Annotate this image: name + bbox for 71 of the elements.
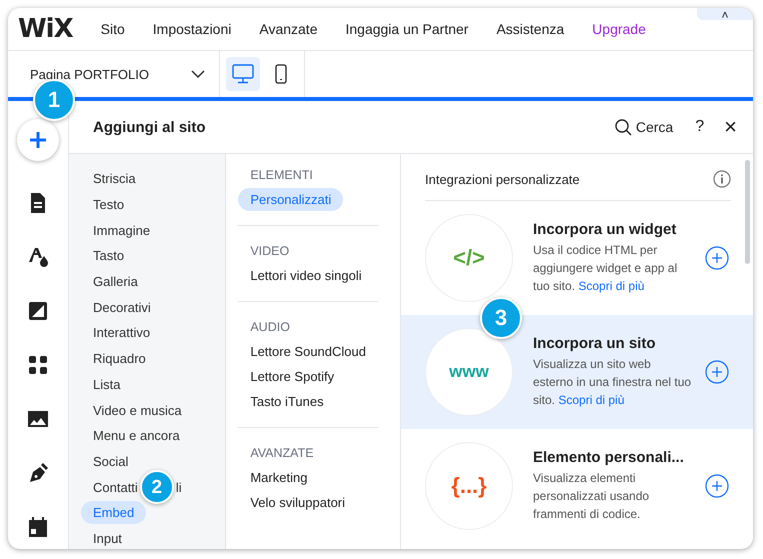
collapse-tab[interactable]: ˄	[697, 8, 753, 20]
add-icon[interactable]	[705, 360, 729, 384]
card-title: Incorpora un widget	[533, 221, 678, 238]
menu-item[interactable]: Impostazioni	[152, 21, 232, 37]
category-item[interactable]: Striscia	[93, 171, 136, 186]
category-item[interactable]: Lista	[93, 376, 120, 392]
learn-more-link[interactable]: Scopri di più	[558, 393, 624, 407]
text-color-icon[interactable]	[26, 245, 50, 269]
card-title: Incorpora un sito	[533, 335, 657, 352]
help-button[interactable]: ?	[695, 118, 704, 136]
section-heading: Integrazioni personalizzate	[425, 172, 580, 186]
section-heading: VIDEO	[250, 244, 290, 258]
category-item[interactable]: Video e musica	[93, 402, 182, 418]
info-icon[interactable]	[713, 170, 731, 188]
monitor-icon	[232, 64, 254, 84]
category-item[interactable]: Decorativi	[93, 300, 151, 315]
menu-item[interactable]: Upgrade	[592, 21, 646, 37]
card-title: Elemento personali...	[533, 449, 685, 466]
subcategory-item[interactable]: Marketing	[238, 466, 320, 489]
section-heading: AUDIO	[250, 320, 291, 334]
subcategory-item[interactable]: Lettori video singoli	[238, 264, 374, 287]
mobile-icon	[275, 64, 287, 84]
category-item[interactable]: Social	[93, 454, 128, 469]
learn-more-link[interactable]: Scopri di più	[578, 279, 644, 293]
element-thumbnail: {...}	[425, 442, 513, 530]
card-description: Usa il codice HTML per aggiungere widget e app al tuo sito. Scopri di più	[533, 242, 678, 295]
grid-icon[interactable]	[26, 353, 50, 377]
desktop-view-button[interactable]	[226, 57, 260, 91]
menu-item[interactable]: Assistenza	[496, 21, 564, 37]
section-heading: ELEMENTI	[250, 168, 314, 182]
background-icon[interactable]	[26, 299, 50, 323]
menu-item[interactable]: Ingaggia un Partner	[345, 21, 468, 37]
search-button[interactable]: Cerca	[614, 118, 674, 136]
section-heading: AVANZATE	[250, 446, 315, 460]
category-item[interactable]: Tasto	[93, 248, 124, 264]
category-item[interactable]: Input	[93, 530, 122, 546]
plus-icon	[28, 130, 48, 150]
category-item[interactable]: Galleria	[93, 274, 138, 290]
category-item[interactable]: Interattivo	[93, 325, 150, 340]
logo: WiX	[18, 14, 73, 44]
element-thumbnail: </>	[425, 214, 513, 302]
card-description: Visualizza un sito web esterno in una finestra nel tuo sito. Scopri di più	[533, 356, 692, 409]
category-item[interactable]: Menu e ancora	[93, 428, 180, 444]
subcategory-item[interactable]: Tasto iTunes	[238, 390, 336, 413]
add-button[interactable]	[17, 119, 59, 161]
scrollbar[interactable]	[745, 160, 750, 264]
category-item-fragment: li	[176, 480, 182, 495]
subcategory-item[interactable]: Lettore Spotify	[238, 365, 346, 388]
category-item[interactable]: Embed	[81, 501, 146, 524]
menu-item[interactable]: Avanzate	[259, 21, 318, 37]
chevron-down-icon	[191, 70, 205, 78]
category-item[interactable]: Riquadro	[93, 351, 146, 366]
element-thumbnail: www	[425, 328, 513, 416]
add-icon[interactable]	[705, 246, 729, 270]
category-item[interactable]: Testo	[93, 197, 124, 212]
step-badge: 3	[480, 297, 522, 339]
subcategory-item[interactable]: Velo sviluppatori	[238, 491, 358, 514]
close-button[interactable]: ×	[724, 114, 737, 140]
calendar-icon[interactable]	[26, 515, 50, 539]
subcategory-item[interactable]: Personalizzati	[238, 188, 344, 211]
add-icon[interactable]	[705, 474, 729, 498]
step-badge: 2	[140, 470, 174, 504]
step-badge: 1	[33, 79, 75, 121]
category-item[interactable]: Contatti	[93, 480, 138, 495]
subcategory-item[interactable]: Lettore SoundCloud	[238, 340, 378, 363]
element-card[interactable]: {...} Elemento personali... Visualizza elementi personalizzati usando frammenti di codice.	[401, 429, 753, 543]
search-icon	[614, 118, 632, 136]
card-description: Visualizza elementi personalizzati usando frammenti di codice.	[533, 470, 650, 523]
panel-title: Aggiungi al sito	[93, 118, 206, 136]
category-item[interactable]: Immagine	[93, 222, 150, 238]
menu-item[interactable]: Sito	[100, 21, 125, 37]
